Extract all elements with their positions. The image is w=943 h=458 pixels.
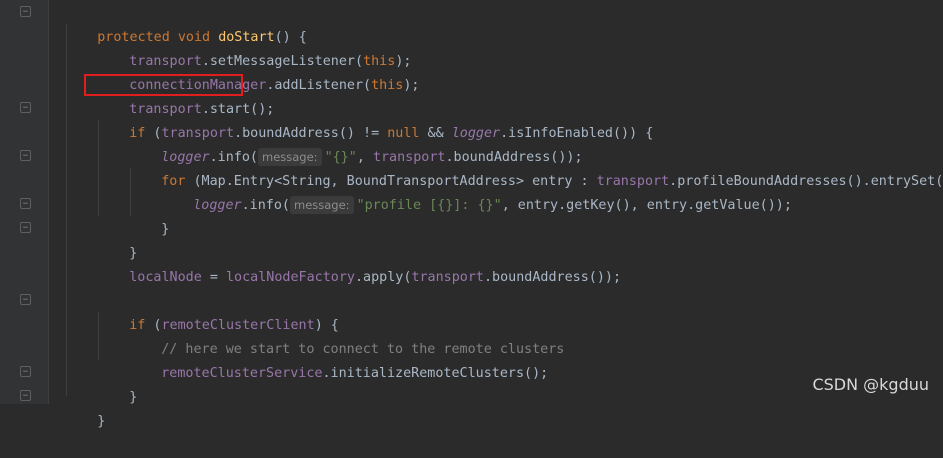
code-text: } <box>161 222 170 237</box>
code-text: , entry.getKey(), entry.getValue()); <box>501 198 792 213</box>
fold-icon[interactable]: − <box>20 102 31 113</box>
editor-gutter: − − − − − − − − <box>0 0 49 404</box>
code-line: } <box>129 194 169 237</box>
fold-icon[interactable]: − <box>20 390 31 401</box>
code-line: } <box>65 386 105 429</box>
field: remoteClusterService <box>161 366 323 381</box>
code-text: } <box>129 390 138 405</box>
code-line: } <box>97 362 137 405</box>
code-line: } <box>97 218 137 261</box>
code-text: .addListener( <box>266 78 372 93</box>
keyword: this <box>371 78 404 93</box>
fold-icon[interactable]: − <box>20 366 31 377</box>
field: transport <box>411 270 484 285</box>
code-text: .info( <box>241 198 290 213</box>
fold-icon[interactable]: − <box>20 150 31 161</box>
code-line: logger.info(message: "profile [{}]: {}", … <box>161 170 792 214</box>
indent-guide <box>66 24 67 396</box>
highlight-box <box>84 74 243 96</box>
fold-icon[interactable]: − <box>20 198 31 209</box>
code-line: localNode = localNodeFactory.apply(trans… <box>97 242 621 285</box>
fold-icon[interactable]: − <box>20 222 31 233</box>
watermark: CSDN @kgduu <box>812 375 929 394</box>
code-text: .apply( <box>355 270 412 285</box>
code-line: remoteClusterService.initializeRemoteClu… <box>129 338 548 381</box>
fold-icon[interactable]: − <box>20 294 31 305</box>
code-line: connectionManager.addListener(this); <box>97 50 419 93</box>
code-line: // here we start to connect to the remot… <box>129 314 564 357</box>
code-text: ); <box>403 78 420 93</box>
string-literal: "profile [{}]: {}" <box>356 198 502 213</box>
code-line: protected void doStart() { <box>65 2 307 45</box>
code-line: for (Map.Entry<String, BoundTransportAdd… <box>129 146 943 189</box>
fold-icon[interactable]: − <box>20 6 31 17</box>
code-line: logger.info(message: "{}", transport.boun… <box>129 122 583 166</box>
field: localNodeFactory <box>226 270 355 285</box>
static-field: logger <box>193 198 242 213</box>
code-line: transport.setMessageListener(this); <box>97 26 411 69</box>
code-line: if (remoteClusterClient) { <box>97 290 339 333</box>
code-text: .boundAddress()); <box>484 270 622 285</box>
code-text: } <box>97 414 106 429</box>
code-text: = <box>201 270 226 285</box>
field: localNode <box>129 270 202 285</box>
code-text: .initializeRemoteClusters(); <box>322 366 549 381</box>
parameter-hint: message: <box>290 196 354 214</box>
code-line: if (transport.boundAddress() != null && … <box>97 98 653 141</box>
